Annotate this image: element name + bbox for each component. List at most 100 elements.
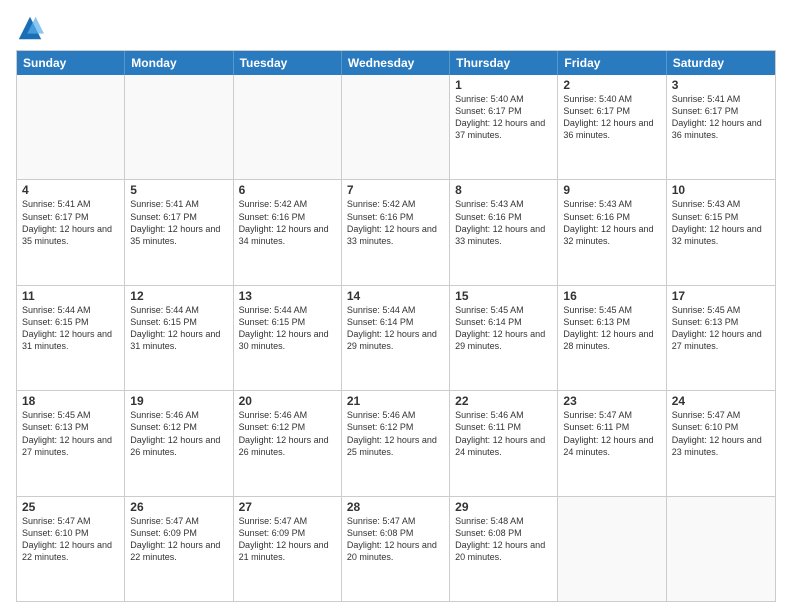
day-info: Sunrise: 5:44 AM Sunset: 6:14 PM Dayligh…	[347, 304, 444, 353]
day-number: 16	[563, 289, 660, 303]
day-number: 10	[672, 183, 770, 197]
day-cell-2: 2Sunrise: 5:40 AM Sunset: 6:17 PM Daylig…	[558, 75, 666, 179]
day-cell-8: 8Sunrise: 5:43 AM Sunset: 6:16 PM Daylig…	[450, 180, 558, 284]
day-cell-1: 1Sunrise: 5:40 AM Sunset: 6:17 PM Daylig…	[450, 75, 558, 179]
day-info: Sunrise: 5:46 AM Sunset: 6:11 PM Dayligh…	[455, 409, 552, 458]
day-number: 27	[239, 500, 336, 514]
day-cell-28: 28Sunrise: 5:47 AM Sunset: 6:08 PM Dayli…	[342, 497, 450, 601]
day-info: Sunrise: 5:47 AM Sunset: 6:11 PM Dayligh…	[563, 409, 660, 458]
day-info: Sunrise: 5:42 AM Sunset: 6:16 PM Dayligh…	[239, 198, 336, 247]
day-info: Sunrise: 5:42 AM Sunset: 6:16 PM Dayligh…	[347, 198, 444, 247]
weekday-header-monday: Monday	[125, 51, 233, 75]
calendar-week-1: 1Sunrise: 5:40 AM Sunset: 6:17 PM Daylig…	[17, 75, 775, 179]
calendar-week-4: 18Sunrise: 5:45 AM Sunset: 6:13 PM Dayli…	[17, 390, 775, 495]
day-info: Sunrise: 5:40 AM Sunset: 6:17 PM Dayligh…	[455, 93, 552, 142]
empty-cell	[17, 75, 125, 179]
day-number: 7	[347, 183, 444, 197]
day-cell-17: 17Sunrise: 5:45 AM Sunset: 6:13 PM Dayli…	[667, 286, 775, 390]
day-cell-25: 25Sunrise: 5:47 AM Sunset: 6:10 PM Dayli…	[17, 497, 125, 601]
weekday-header-saturday: Saturday	[667, 51, 775, 75]
day-cell-5: 5Sunrise: 5:41 AM Sunset: 6:17 PM Daylig…	[125, 180, 233, 284]
empty-cell	[558, 497, 666, 601]
day-cell-21: 21Sunrise: 5:46 AM Sunset: 6:12 PM Dayli…	[342, 391, 450, 495]
day-number: 21	[347, 394, 444, 408]
logo	[16, 14, 46, 42]
day-info: Sunrise: 5:44 AM Sunset: 6:15 PM Dayligh…	[130, 304, 227, 353]
day-number: 9	[563, 183, 660, 197]
day-number: 24	[672, 394, 770, 408]
day-info: Sunrise: 5:44 AM Sunset: 6:15 PM Dayligh…	[22, 304, 119, 353]
day-number: 29	[455, 500, 552, 514]
day-info: Sunrise: 5:41 AM Sunset: 6:17 PM Dayligh…	[22, 198, 119, 247]
weekday-header-thursday: Thursday	[450, 51, 558, 75]
day-number: 25	[22, 500, 119, 514]
day-number: 12	[130, 289, 227, 303]
day-cell-6: 6Sunrise: 5:42 AM Sunset: 6:16 PM Daylig…	[234, 180, 342, 284]
day-number: 17	[672, 289, 770, 303]
day-cell-14: 14Sunrise: 5:44 AM Sunset: 6:14 PM Dayli…	[342, 286, 450, 390]
day-number: 4	[22, 183, 119, 197]
page-header	[16, 14, 776, 42]
day-info: Sunrise: 5:46 AM Sunset: 6:12 PM Dayligh…	[130, 409, 227, 458]
day-info: Sunrise: 5:46 AM Sunset: 6:12 PM Dayligh…	[347, 409, 444, 458]
day-cell-27: 27Sunrise: 5:47 AM Sunset: 6:09 PM Dayli…	[234, 497, 342, 601]
day-number: 28	[347, 500, 444, 514]
calendar-week-5: 25Sunrise: 5:47 AM Sunset: 6:10 PM Dayli…	[17, 496, 775, 601]
day-info: Sunrise: 5:47 AM Sunset: 6:10 PM Dayligh…	[672, 409, 770, 458]
day-info: Sunrise: 5:41 AM Sunset: 6:17 PM Dayligh…	[130, 198, 227, 247]
day-number: 2	[563, 78, 660, 92]
weekday-header-tuesday: Tuesday	[234, 51, 342, 75]
day-info: Sunrise: 5:44 AM Sunset: 6:15 PM Dayligh…	[239, 304, 336, 353]
day-number: 20	[239, 394, 336, 408]
day-number: 23	[563, 394, 660, 408]
day-cell-26: 26Sunrise: 5:47 AM Sunset: 6:09 PM Dayli…	[125, 497, 233, 601]
day-number: 6	[239, 183, 336, 197]
day-cell-29: 29Sunrise: 5:48 AM Sunset: 6:08 PM Dayli…	[450, 497, 558, 601]
day-info: Sunrise: 5:47 AM Sunset: 6:09 PM Dayligh…	[239, 515, 336, 564]
day-cell-4: 4Sunrise: 5:41 AM Sunset: 6:17 PM Daylig…	[17, 180, 125, 284]
weekday-header-wednesday: Wednesday	[342, 51, 450, 75]
empty-cell	[125, 75, 233, 179]
day-info: Sunrise: 5:41 AM Sunset: 6:17 PM Dayligh…	[672, 93, 770, 142]
day-cell-3: 3Sunrise: 5:41 AM Sunset: 6:17 PM Daylig…	[667, 75, 775, 179]
calendar-header: SundayMondayTuesdayWednesdayThursdayFrid…	[17, 51, 775, 75]
day-cell-15: 15Sunrise: 5:45 AM Sunset: 6:14 PM Dayli…	[450, 286, 558, 390]
weekday-header-sunday: Sunday	[17, 51, 125, 75]
day-number: 22	[455, 394, 552, 408]
day-cell-13: 13Sunrise: 5:44 AM Sunset: 6:15 PM Dayli…	[234, 286, 342, 390]
day-cell-23: 23Sunrise: 5:47 AM Sunset: 6:11 PM Dayli…	[558, 391, 666, 495]
day-info: Sunrise: 5:40 AM Sunset: 6:17 PM Dayligh…	[563, 93, 660, 142]
day-info: Sunrise: 5:47 AM Sunset: 6:09 PM Dayligh…	[130, 515, 227, 564]
day-info: Sunrise: 5:43 AM Sunset: 6:16 PM Dayligh…	[563, 198, 660, 247]
empty-cell	[667, 497, 775, 601]
logo-icon	[16, 14, 44, 42]
day-cell-10: 10Sunrise: 5:43 AM Sunset: 6:15 PM Dayli…	[667, 180, 775, 284]
day-info: Sunrise: 5:45 AM Sunset: 6:14 PM Dayligh…	[455, 304, 552, 353]
day-number: 18	[22, 394, 119, 408]
day-number: 11	[22, 289, 119, 303]
day-cell-11: 11Sunrise: 5:44 AM Sunset: 6:15 PM Dayli…	[17, 286, 125, 390]
day-number: 3	[672, 78, 770, 92]
day-number: 26	[130, 500, 227, 514]
empty-cell	[342, 75, 450, 179]
day-info: Sunrise: 5:43 AM Sunset: 6:15 PM Dayligh…	[672, 198, 770, 247]
day-cell-24: 24Sunrise: 5:47 AM Sunset: 6:10 PM Dayli…	[667, 391, 775, 495]
day-number: 13	[239, 289, 336, 303]
day-cell-12: 12Sunrise: 5:44 AM Sunset: 6:15 PM Dayli…	[125, 286, 233, 390]
day-cell-9: 9Sunrise: 5:43 AM Sunset: 6:16 PM Daylig…	[558, 180, 666, 284]
empty-cell	[234, 75, 342, 179]
day-info: Sunrise: 5:45 AM Sunset: 6:13 PM Dayligh…	[672, 304, 770, 353]
calendar-week-2: 4Sunrise: 5:41 AM Sunset: 6:17 PM Daylig…	[17, 179, 775, 284]
calendar-body: 1Sunrise: 5:40 AM Sunset: 6:17 PM Daylig…	[17, 75, 775, 601]
day-cell-22: 22Sunrise: 5:46 AM Sunset: 6:11 PM Dayli…	[450, 391, 558, 495]
day-info: Sunrise: 5:47 AM Sunset: 6:08 PM Dayligh…	[347, 515, 444, 564]
day-info: Sunrise: 5:43 AM Sunset: 6:16 PM Dayligh…	[455, 198, 552, 247]
day-number: 14	[347, 289, 444, 303]
day-info: Sunrise: 5:48 AM Sunset: 6:08 PM Dayligh…	[455, 515, 552, 564]
day-info: Sunrise: 5:45 AM Sunset: 6:13 PM Dayligh…	[22, 409, 119, 458]
day-cell-18: 18Sunrise: 5:45 AM Sunset: 6:13 PM Dayli…	[17, 391, 125, 495]
day-number: 19	[130, 394, 227, 408]
day-info: Sunrise: 5:45 AM Sunset: 6:13 PM Dayligh…	[563, 304, 660, 353]
day-cell-19: 19Sunrise: 5:46 AM Sunset: 6:12 PM Dayli…	[125, 391, 233, 495]
day-number: 8	[455, 183, 552, 197]
